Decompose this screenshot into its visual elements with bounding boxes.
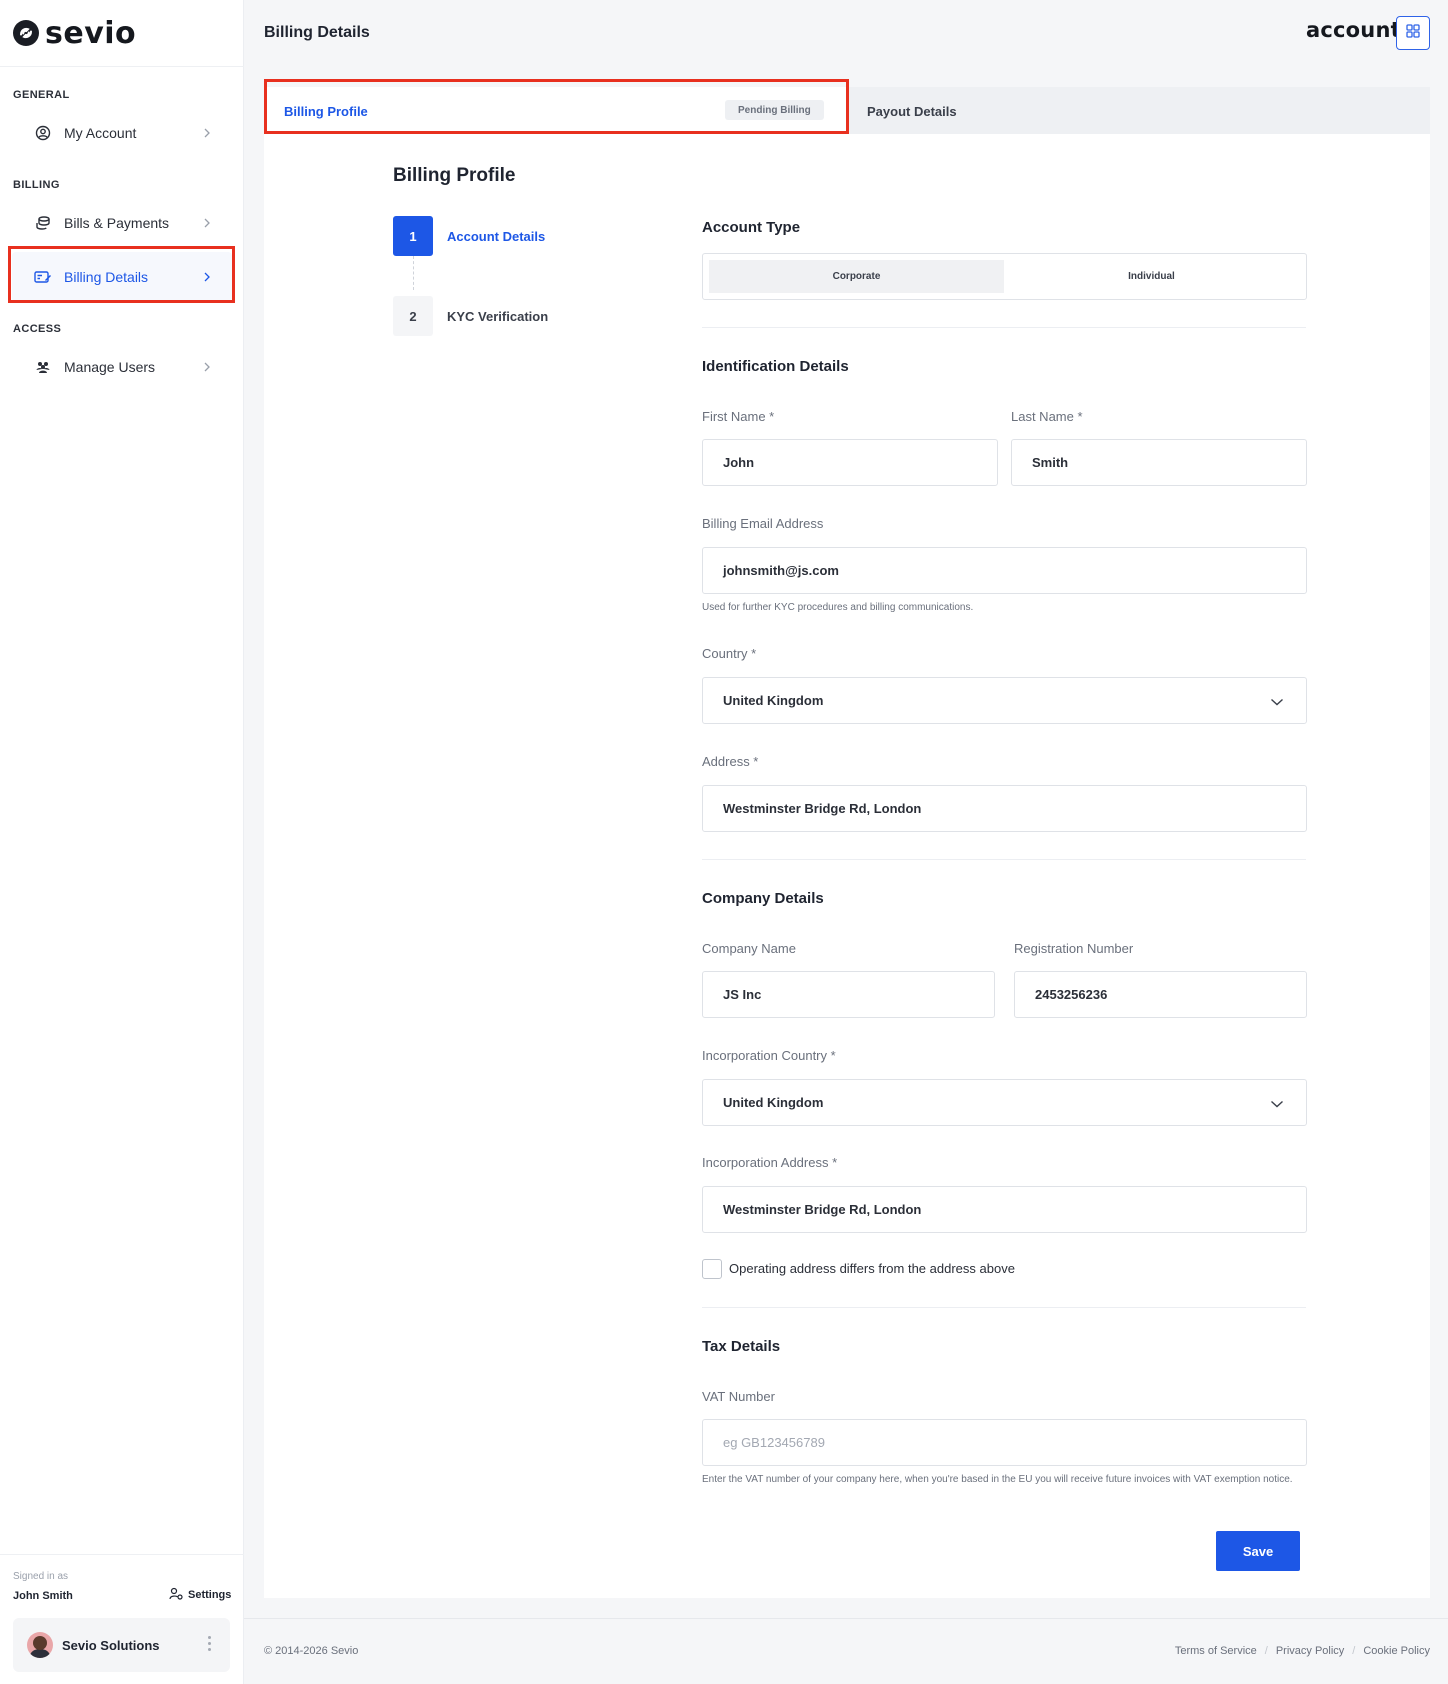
brand-name: sevio [45, 15, 137, 51]
tab-payout-details[interactable]: Payout Details [867, 104, 957, 119]
chevron-down-icon [1270, 695, 1284, 710]
user-settings-icon [169, 1587, 183, 1603]
section-access: ACCESS [13, 323, 62, 335]
organization-switcher[interactable]: Sevio Solutions [13, 1618, 230, 1672]
signed-in-user: John Smith [13, 1590, 73, 1602]
sidebar-item-billing-details[interactable]: Billing Details [12, 252, 232, 302]
vat-help-text: Enter the VAT number of your company her… [702, 1474, 1293, 1485]
registration-number-field[interactable]: 2453256236 [1014, 971, 1307, 1018]
account-type-corporate[interactable]: Corporate [709, 260, 1004, 293]
incorporation-country-value: United Kingdom [723, 1095, 824, 1110]
signed-in-label: Signed in as [13, 1571, 69, 1582]
tab-billing-profile-label[interactable]: Billing Profile [284, 104, 368, 119]
users-icon [34, 358, 52, 376]
address-label: Address * [702, 754, 759, 769]
section-divider [702, 327, 1306, 328]
user-circle-icon [34, 124, 52, 142]
incorporation-address-label: Incorporation Address * [702, 1155, 838, 1170]
content-card [264, 134, 1430, 1598]
operating-address-label[interactable]: Operating address differs from the addre… [729, 1261, 1015, 1276]
avatar [27, 1632, 53, 1658]
country-label: Country * [702, 646, 757, 661]
account-type-heading: Account Type [702, 219, 801, 236]
sidebar: sevio GENERAL My Account BILLING Bills &… [0, 0, 244, 1684]
chevron-down-icon [1270, 1097, 1284, 1112]
organization-name: Sevio Solutions [62, 1637, 160, 1653]
copyright: © 2014-2026 Sevio [264, 1645, 359, 1657]
sevio-logo[interactable]: sevio [13, 15, 137, 51]
sidebar-item-label: Bills & Payments [64, 215, 170, 231]
sidebar-divider [0, 1554, 244, 1555]
first-name-field[interactable]: John [702, 439, 998, 486]
account-type-toggle: Corporate Individual [702, 253, 1307, 300]
company-name-field[interactable]: JS Inc [702, 971, 995, 1018]
sidebar-item-label: My Account [64, 125, 137, 141]
country-value: United Kingdom [723, 693, 824, 708]
incorporation-country-label: Incorporation Country * [702, 1048, 836, 1063]
step-1-label[interactable]: Account Details [447, 229, 545, 244]
footer-divider [244, 1618, 1448, 1619]
step-2-label[interactable]: KYC Verification [447, 309, 548, 324]
country-select[interactable]: United Kingdom [702, 677, 1307, 724]
email-label: Billing Email Address [702, 516, 824, 531]
company-heading: Company Details [702, 890, 824, 907]
billing-profile-title: Billing Profile [393, 165, 516, 186]
email-field[interactable]: johnsmith@js.com [702, 547, 1307, 594]
settings-link[interactable]: Settings [169, 1587, 231, 1603]
identification-heading: Identification Details [702, 358, 849, 375]
step-2-number[interactable]: 2 [393, 296, 433, 336]
coins-icon [34, 214, 52, 232]
apps-grid-button[interactable] [1396, 16, 1430, 50]
save-button[interactable]: Save [1216, 1531, 1300, 1571]
chevron-right-icon [202, 360, 212, 376]
chevron-right-icon [202, 216, 212, 232]
last-name-label: Last Name * [1011, 409, 1083, 424]
vat-number-label: VAT Number [702, 1389, 775, 1404]
last-name-field[interactable]: Smith [1011, 439, 1307, 486]
status-badge: Pending Billing [725, 100, 824, 120]
incorporation-country-select[interactable]: United Kingdom [702, 1079, 1307, 1126]
cookie-policy-link[interactable]: Cookie Policy [1363, 1645, 1430, 1657]
account-type-individual[interactable]: Individual [1004, 260, 1299, 293]
email-help-text: Used for further KYC procedures and bill… [702, 602, 974, 613]
sidebar-item-bills-payments[interactable]: Bills & Payments [12, 198, 232, 248]
address-field[interactable]: Westminster Bridge Rd, London [702, 785, 1307, 832]
sidebar-divider [0, 66, 244, 67]
operating-address-checkbox[interactable] [702, 1259, 722, 1279]
settings-label: Settings [188, 1589, 232, 1601]
section-divider [702, 859, 1306, 860]
footer-separator: / [1352, 1645, 1356, 1657]
chevron-right-icon [202, 126, 212, 142]
vat-number-field[interactable]: eg GB123456789 [702, 1419, 1307, 1466]
terms-of-service-link[interactable]: Terms of Service [1175, 1645, 1257, 1657]
page-title: Billing Details [264, 24, 370, 41]
section-general: GENERAL [13, 89, 70, 101]
sidebar-item-label: Billing Details [64, 269, 149, 285]
footer-links: Terms of Service / Privacy Policy / Cook… [1175, 1645, 1430, 1657]
section-divider [702, 1307, 1306, 1308]
privacy-policy-link[interactable]: Privacy Policy [1276, 1645, 1344, 1657]
tax-heading: Tax Details [702, 1338, 781, 1355]
grid-icon [1406, 23, 1420, 43]
company-name-label: Company Name [702, 941, 796, 956]
footer-separator: / [1264, 1645, 1268, 1657]
registration-number-label: Registration Number [1014, 941, 1134, 956]
step-1-number[interactable]: 1 [393, 216, 433, 256]
account-brand: account [1306, 18, 1401, 42]
billing-card-icon [34, 268, 52, 286]
more-options-icon[interactable] [208, 1636, 212, 1654]
first-name-label: First Name * [702, 409, 775, 424]
sidebar-item-manage-users[interactable]: Manage Users [12, 342, 232, 392]
section-billing: BILLING [13, 179, 60, 191]
incorporation-address-field[interactable]: Westminster Bridge Rd, London [702, 1186, 1307, 1233]
sidebar-item-label: Manage Users [64, 359, 156, 375]
step-connector [413, 256, 414, 290]
sevio-logo-icon [13, 20, 39, 46]
chevron-right-icon [202, 270, 212, 286]
sidebar-item-my-account[interactable]: My Account [12, 108, 232, 158]
